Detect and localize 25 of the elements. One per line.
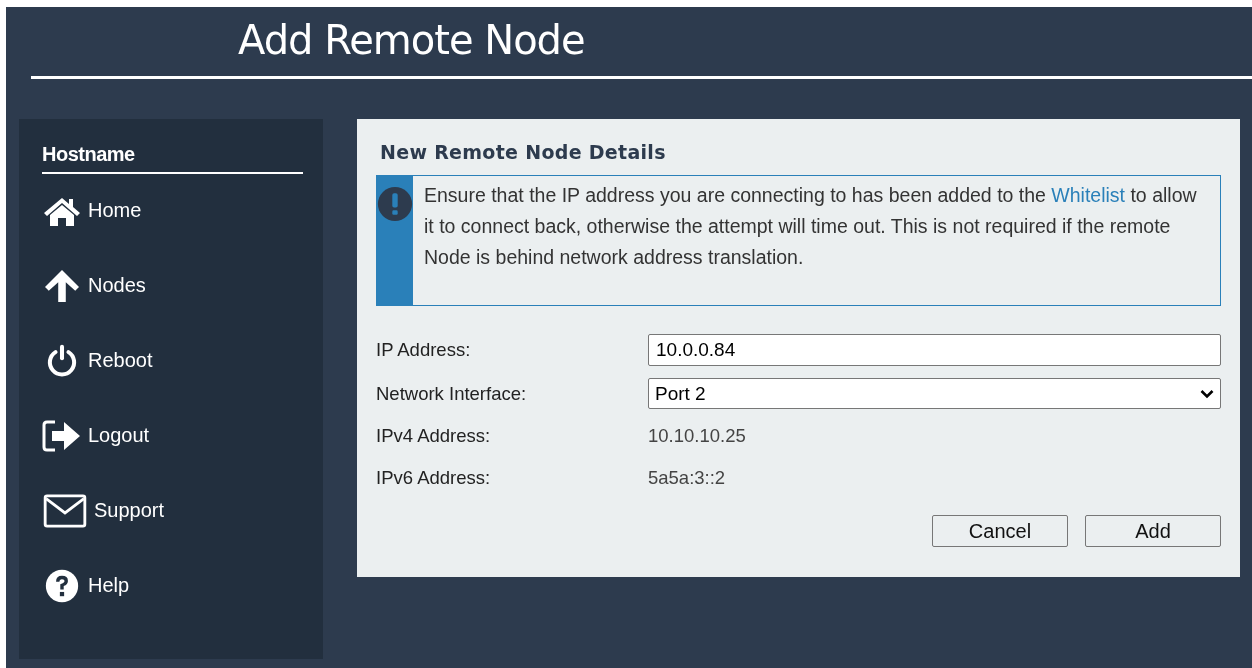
alert-text: Ensure that the IP address you are connecting to has been added to the Whitelist to allow it to connect back, otherwise the attempt will time out. This is not required if the remote Node is behind network address translation. xyxy=(424,183,1198,270)
network-interface-select[interactable]: Port 2 xyxy=(648,378,1221,409)
panel-title: New Remote Node Details xyxy=(380,141,667,163)
sidebar-item[interactable]: Nodes xyxy=(42,269,303,302)
add-button[interactable]: Add xyxy=(1085,515,1221,547)
field-label: IP Address: xyxy=(376,339,472,361)
chevron-down-icon xyxy=(1200,388,1214,399)
logout-icon xyxy=(42,418,82,453)
sidebar-item[interactable]: Logout xyxy=(42,419,303,452)
arrow-up-icon xyxy=(42,268,82,303)
field-label: Network Interface: xyxy=(376,382,528,405)
ipv6-value: 5a5a:3::2 xyxy=(648,466,727,490)
sidebar-item[interactable]: Help xyxy=(42,569,303,602)
sidebar-heading: Hostname xyxy=(42,143,303,174)
sidebar-item[interactable]: Home xyxy=(42,194,303,227)
cancel-button[interactable]: Cancel xyxy=(932,515,1068,547)
ipv4-value: 10.10.10.25 xyxy=(648,424,747,448)
mail-icon xyxy=(42,493,88,528)
sidebar-item[interactable]: Support xyxy=(42,494,303,527)
page-title: Add Remote Node xyxy=(237,16,586,65)
ip-address-field[interactable]: 10.0.0.84 xyxy=(648,334,1221,366)
sidebar-item[interactable]: Reboot xyxy=(42,344,303,377)
field-label: IPv4 Address: xyxy=(376,425,492,447)
whitelist-link[interactable]: Whitelist xyxy=(1051,184,1126,206)
field-label: IPv6 Address: xyxy=(376,467,492,489)
